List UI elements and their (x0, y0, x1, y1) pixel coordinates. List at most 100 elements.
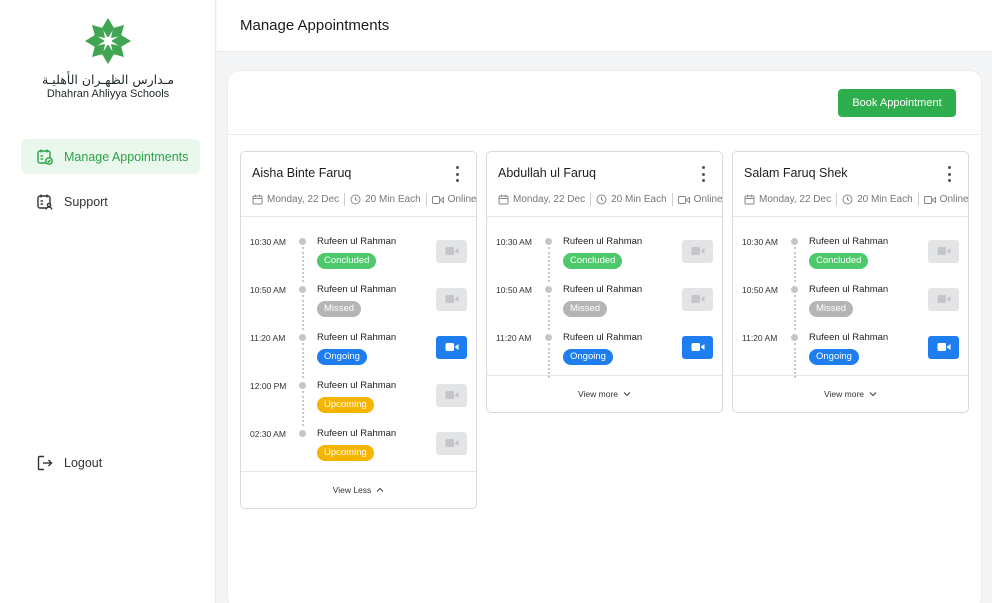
calendar-icon (744, 194, 755, 205)
video-camera-icon (445, 291, 459, 309)
status-badge: Ongoing (809, 349, 859, 365)
slot-duration: 20 Min Each (857, 194, 913, 205)
slot-time: 10:50 AM (742, 285, 778, 295)
timeline-dot (299, 238, 306, 245)
slot-time: 10:50 AM (496, 285, 532, 295)
book-appointment-button[interactable]: Book Appointment (838, 89, 956, 117)
timeline-dot (791, 238, 798, 245)
slot-list: 10:30 AM Rufeen ul Rahman Concluded 10:50 A… (733, 234, 968, 378)
join-video-button[interactable] (928, 288, 959, 311)
timeline-dot (545, 238, 552, 245)
student-name: Rufeen ul Rahman (317, 428, 397, 439)
join-video-button[interactable] (436, 336, 467, 359)
join-video-button[interactable] (436, 384, 467, 407)
view-toggle-label: View more (578, 389, 618, 399)
logout-button[interactable]: Logout (21, 445, 200, 480)
video-camera-icon (691, 339, 705, 357)
timeline-dot (791, 334, 798, 341)
appointments-panel: Book Appointment Aisha Binte Faruq Monday… (227, 70, 982, 603)
video-camera-icon (445, 243, 459, 261)
join-video-button[interactable] (682, 240, 713, 263)
list-item: 10:30 AM Rufeen ul Rahman Concluded (241, 234, 476, 282)
logout-icon (36, 454, 54, 472)
timeline-line (794, 343, 796, 378)
appointment-mode: Online (447, 194, 477, 205)
appointment-card: Salam Faruq Shek Monday, 22 Dec 20 Min Eac… (732, 151, 969, 413)
video-camera-icon (445, 339, 459, 357)
slot-duration: 20 Min Each (365, 194, 421, 205)
student-name: Rufeen ul Rahman (563, 284, 643, 295)
clock-icon (350, 194, 361, 205)
appointment-mode: Online (939, 194, 969, 205)
list-item: 11:20 AM Rufeen ul Rahman Ongoing (733, 330, 968, 378)
slot-time: 10:30 AM (496, 237, 532, 247)
slot-time: 11:20 AM (496, 333, 532, 343)
school-name-arabic: مـدارس الظهـران الأهليـة (41, 72, 175, 87)
sidebar: مـدارس الظهـران الأهليـة Dhahran Ahliyya… (0, 0, 216, 603)
status-badge: Ongoing (563, 349, 613, 365)
appointment-meta: Monday, 22 Dec 20 Min Each Online (498, 193, 723, 206)
view-toggle-button[interactable]: View more (733, 375, 968, 412)
join-video-button[interactable] (436, 288, 467, 311)
timeline-line (794, 295, 796, 330)
timeline-line (302, 391, 304, 426)
slot-time: 10:30 AM (250, 237, 286, 247)
chevron-up-icon (376, 487, 384, 492)
page-header: Manage Appointments (217, 0, 992, 52)
join-video-button[interactable] (436, 432, 467, 455)
slot-duration: 20 Min Each (611, 194, 667, 205)
list-item: 10:50 AM Rufeen ul Rahman Missed (487, 282, 722, 330)
sidebar-item-support[interactable]: Support (21, 184, 200, 219)
more-options-icon[interactable] (944, 166, 954, 182)
student-name: Rufeen ul Rahman (317, 236, 397, 247)
more-options-icon[interactable] (698, 166, 708, 182)
video-camera-icon (691, 243, 705, 261)
school-logo: مـدارس الظهـران الأهليـة Dhahran Ahliyya… (0, 16, 216, 100)
slot-time: 11:20 AM (250, 333, 286, 343)
timeline-dot (299, 286, 306, 293)
join-video-button[interactable] (682, 336, 713, 359)
timeline-line (302, 247, 304, 282)
view-toggle-label: View Less (332, 485, 372, 495)
timeline-line (794, 247, 796, 282)
timeline-dot (299, 334, 306, 341)
status-badge: Concluded (809, 253, 869, 269)
student-name: Rufeen ul Rahman (317, 380, 397, 391)
appointment-card: Aisha Binte Faruq Monday, 22 Dec 20 Min Ea… (240, 151, 477, 509)
teacher-name: Aisha Binte Faruq (252, 166, 352, 180)
student-name: Rufeen ul Rahman (809, 284, 889, 295)
video-camera-icon (677, 195, 690, 204)
page-title: Manage Appointments (240, 17, 390, 34)
view-toggle-button[interactable]: View more (487, 375, 722, 412)
timeline-dot (545, 286, 552, 293)
list-item: 10:50 AM Rufeen ul Rahman Missed (241, 282, 476, 330)
timeline-dot (791, 286, 798, 293)
list-item: 11:20 AM Rufeen ul Rahman Ongoing (487, 330, 722, 378)
video-camera-icon (937, 291, 951, 309)
timeline-dot (545, 334, 552, 341)
slot-time: 12:00 PM (250, 381, 287, 391)
appointment-date: Monday, 22 Dec (513, 194, 586, 205)
student-name: Rufeen ul Rahman (563, 332, 643, 343)
slot-time: 02:30 AM (250, 429, 286, 439)
student-name: Rufeen ul Rahman (563, 236, 643, 247)
calendar-icon (252, 194, 263, 205)
video-camera-icon (937, 339, 951, 357)
join-video-button[interactable] (928, 336, 959, 359)
list-item: 10:50 AM Rufeen ul Rahman Missed (733, 282, 968, 330)
teacher-name: Salam Faruq Shek (744, 166, 848, 180)
video-camera-icon (923, 195, 936, 204)
join-video-button[interactable] (682, 288, 713, 311)
join-video-button[interactable] (928, 240, 959, 263)
appointment-meta: Monday, 22 Dec 20 Min Each Online (744, 193, 969, 206)
status-badge: Missed (809, 301, 854, 317)
timeline-dot (299, 430, 306, 437)
more-options-icon[interactable] (452, 166, 462, 182)
chevron-down-icon (623, 392, 631, 397)
view-toggle-button[interactable]: View Less (241, 471, 476, 508)
timeline-line (302, 343, 304, 378)
appointment-mode: Online (693, 194, 723, 205)
join-video-button[interactable] (436, 240, 467, 263)
sidebar-item-manage-appointments[interactable]: Manage Appointments (21, 139, 200, 174)
slot-time: 11:20 AM (742, 333, 778, 343)
